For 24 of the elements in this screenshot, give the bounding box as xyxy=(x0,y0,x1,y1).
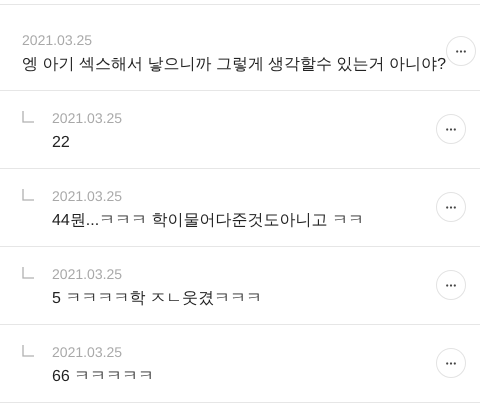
reply-indent-icon xyxy=(22,189,34,201)
comment-text: 66 ㅋㅋㅋㅋㅋ xyxy=(52,367,156,387)
more-button[interactable] xyxy=(436,114,466,144)
more-icon xyxy=(446,206,456,208)
more-icon xyxy=(446,128,456,130)
reply-indent-icon xyxy=(22,267,34,279)
comment-text: 엥 아기 섹스해서 낳으니까 그렇게 생각할수 있는거 아니야? xyxy=(22,55,446,75)
comment-date: 2021.03.25 xyxy=(52,187,124,206)
comment-date: 2021.03.25 xyxy=(52,343,124,362)
comment-text: 44뭔...ㅋㅋㅋ 학이물어다준것도아니고 ㅋㅋ xyxy=(52,211,366,231)
more-button[interactable] xyxy=(436,270,466,300)
comment-date: 2021.03.25 xyxy=(22,31,94,50)
more-icon xyxy=(456,50,466,52)
reply-indent-icon xyxy=(22,345,34,357)
comment-date: 2021.03.25 xyxy=(52,265,124,284)
comment-text: 22 xyxy=(52,133,71,153)
more-button[interactable] xyxy=(436,348,466,378)
comment-text: 5 ㅋㅋㅋㅋ학 ㅈㄴ웃겼ㅋㅋㅋ xyxy=(52,289,263,309)
more-button[interactable] xyxy=(436,192,466,222)
more-icon xyxy=(446,284,456,286)
comment-date: 2021.03.25 xyxy=(52,109,124,128)
reply-indent-icon xyxy=(22,111,34,123)
more-button[interactable] xyxy=(446,36,476,66)
more-icon xyxy=(446,362,456,364)
